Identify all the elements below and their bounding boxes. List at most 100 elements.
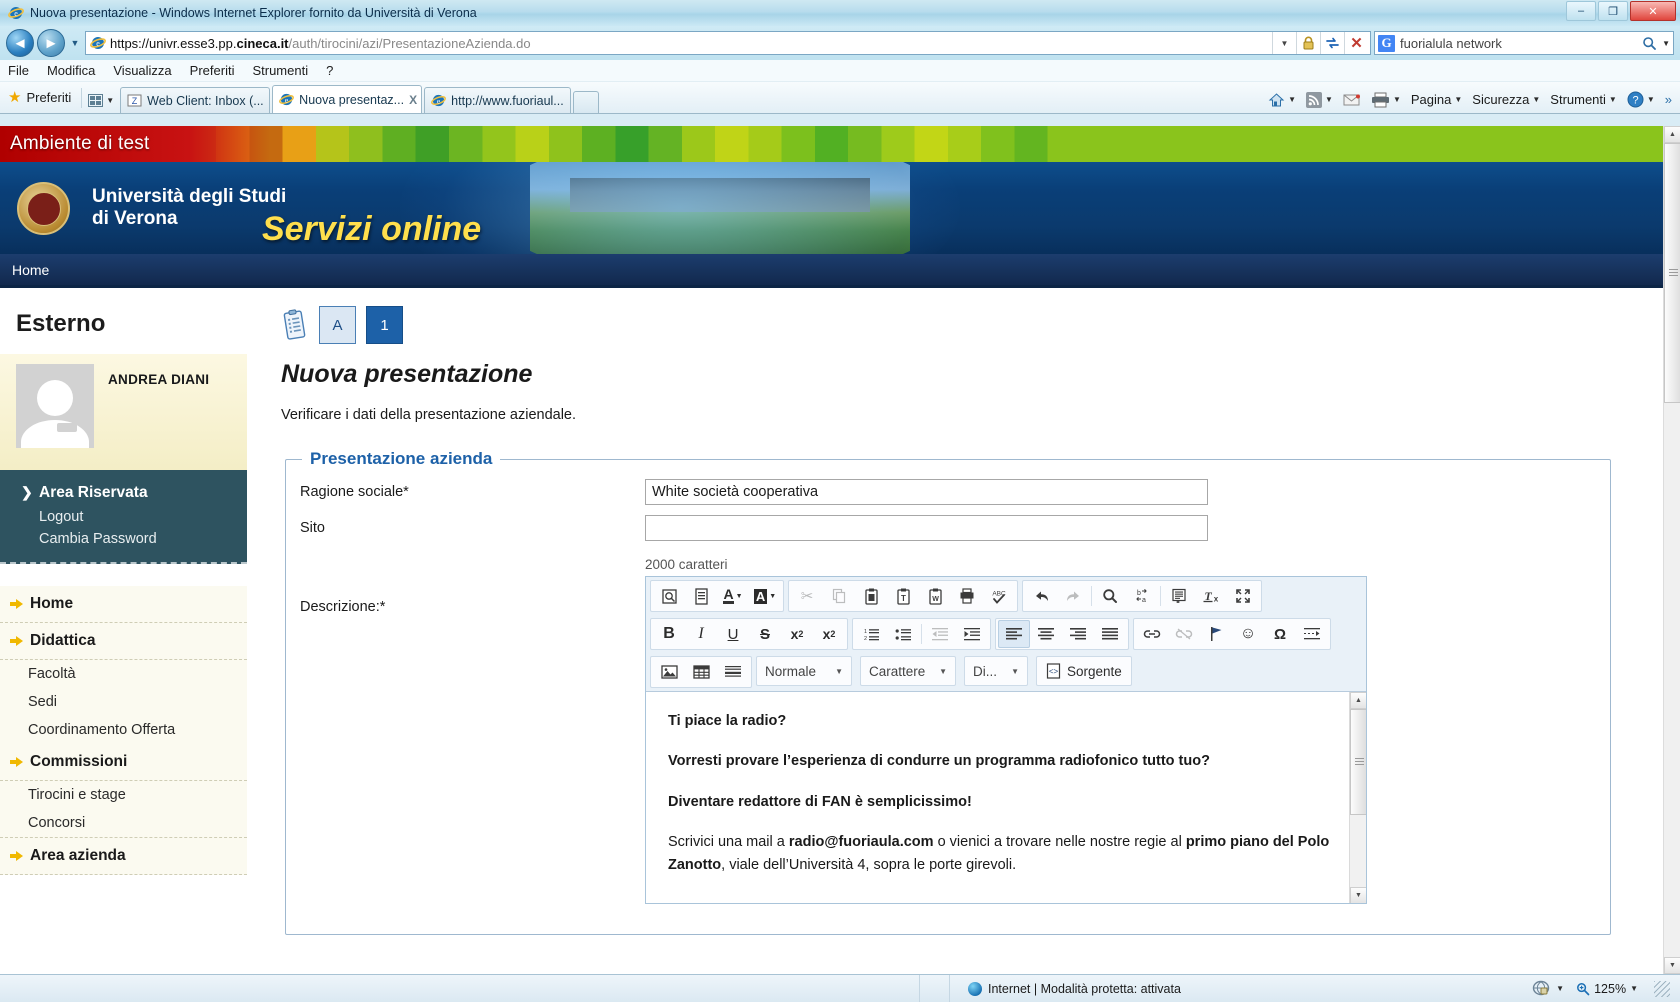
menu-item-file[interactable]: File bbox=[8, 63, 29, 78]
underline-icon[interactable]: U bbox=[717, 620, 749, 648]
history-dropdown-icon[interactable]: ▼ bbox=[68, 38, 82, 48]
search-icon[interactable] bbox=[1642, 36, 1657, 51]
search-caret-icon[interactable]: ▼ bbox=[1662, 39, 1670, 48]
editor-scrollbar[interactable]: ▲ ▼ bbox=[1349, 692, 1366, 903]
sidebar-item-concorsi[interactable]: Concorsi bbox=[0, 809, 247, 838]
tab-nuova-presentazione[interactable]: e Nuova presentaz... X bbox=[272, 85, 423, 113]
chevron-down-icon[interactable]: ▼ bbox=[1630, 984, 1638, 993]
redo-icon[interactable] bbox=[1057, 582, 1089, 610]
sidebar-item-area-azienda[interactable]: Area azienda bbox=[0, 838, 247, 875]
superscript-icon[interactable]: x2 bbox=[813, 620, 845, 648]
home-button[interactable]: ▼ bbox=[1264, 90, 1300, 110]
tab-web-client-inbox[interactable]: Z Web Client: Inbox (... bbox=[120, 87, 271, 113]
sidebar-item-coordinamento-offerta[interactable]: Coordinamento Offerta bbox=[0, 716, 247, 744]
sidebar-item-home[interactable]: Home bbox=[0, 586, 247, 623]
decrease-indent-icon[interactable] bbox=[924, 620, 956, 648]
align-right-icon[interactable] bbox=[1062, 620, 1094, 648]
command-bar-overflow[interactable]: » bbox=[1661, 90, 1676, 109]
sidebar-item-cambia-password[interactable]: Cambia Password bbox=[0, 528, 247, 550]
print-icon[interactable] bbox=[951, 582, 983, 610]
scroll-up-button[interactable]: ▲ bbox=[1350, 692, 1366, 709]
menu-item-preferiti[interactable]: Preferiti bbox=[190, 63, 235, 78]
chevron-down-icon[interactable]: ▼ bbox=[1647, 95, 1655, 104]
command-sicurezza[interactable]: Sicurezza ▼ bbox=[1468, 90, 1544, 109]
scroll-thumb[interactable] bbox=[1350, 709, 1366, 815]
menu-item-strumenti[interactable]: Strumenti bbox=[252, 63, 308, 78]
source-button[interactable]: <> Sorgente bbox=[1036, 656, 1132, 686]
font-size-select[interactable]: Di... ▼ bbox=[964, 656, 1028, 686]
chevron-down-icon[interactable]: ▼ bbox=[1609, 95, 1617, 104]
increase-indent-icon[interactable] bbox=[956, 620, 988, 648]
replace-icon[interactable]: ba bbox=[1126, 582, 1158, 610]
new-tab-button[interactable] bbox=[572, 91, 599, 113]
favorites-button[interactable]: ★ Preferiti bbox=[8, 88, 81, 113]
link-icon[interactable] bbox=[1136, 620, 1168, 648]
anchor-icon[interactable] bbox=[1200, 620, 1232, 648]
search-input[interactable]: fuorialula network bbox=[1400, 36, 1637, 51]
page-scrollbar[interactable]: ▲ ▼ bbox=[1663, 126, 1680, 974]
unlink-icon[interactable] bbox=[1168, 620, 1200, 648]
find-icon[interactable] bbox=[1094, 582, 1126, 610]
scroll-thumb[interactable] bbox=[1664, 143, 1680, 403]
command-strumenti[interactable]: Strumenti ▼ bbox=[1546, 90, 1621, 109]
chevron-down-icon[interactable]: ▼ bbox=[1532, 95, 1540, 104]
text-color-icon[interactable]: A ▼ bbox=[717, 582, 749, 610]
page-break-icon[interactable] bbox=[1296, 620, 1328, 648]
zoom-control[interactable]: 125% ▼ bbox=[1568, 982, 1646, 996]
preview-icon[interactable] bbox=[653, 582, 685, 610]
scroll-down-button[interactable]: ▼ bbox=[1350, 887, 1366, 903]
menu-item-help[interactable]: ? bbox=[326, 63, 333, 78]
menu-item-visualizza[interactable]: Visualizza bbox=[113, 63, 171, 78]
ragione-sociale-input[interactable]: White società cooperativa bbox=[645, 479, 1208, 505]
scroll-up-button[interactable]: ▲ bbox=[1664, 126, 1680, 143]
tab-fuoriaula[interactable]: e http://www.fuoriaul... bbox=[424, 87, 571, 113]
table-icon[interactable] bbox=[685, 658, 717, 686]
feeds-button[interactable]: ▼ bbox=[1302, 90, 1337, 110]
numbered-list-icon[interactable]: 12 bbox=[855, 620, 887, 648]
sito-input[interactable] bbox=[645, 515, 1208, 541]
sidebar-item-area-riservata[interactable]: ❯ Area Riservata bbox=[0, 478, 247, 506]
help-button[interactable]: ? ▼ bbox=[1623, 89, 1659, 110]
url-dropdown-icon[interactable]: ▼ bbox=[1272, 32, 1296, 54]
command-pagina[interactable]: Pagina ▼ bbox=[1407, 90, 1466, 109]
image-icon[interactable] bbox=[653, 658, 685, 686]
maximize-icon[interactable] bbox=[1227, 582, 1259, 610]
resize-grip[interactable] bbox=[1654, 980, 1670, 997]
font-family-select[interactable]: Carattere ▼ bbox=[860, 656, 956, 686]
mail-button[interactable] bbox=[1339, 91, 1365, 109]
print-button[interactable]: ▼ bbox=[1367, 90, 1405, 110]
copy-icon[interactable] bbox=[823, 582, 855, 610]
editor-text[interactable]: Ti piace la radio? Vorresti provare l’es… bbox=[646, 692, 1366, 876]
sidebar-item-sedi[interactable]: Sedi bbox=[0, 688, 247, 716]
sidebar-item-tirocini-e-stage[interactable]: Tirocini e stage bbox=[0, 781, 247, 809]
search-box[interactable]: G fuorialula network ▼ bbox=[1374, 31, 1674, 55]
horizontal-rule-icon[interactable] bbox=[717, 658, 749, 686]
bulleted-list-icon[interactable] bbox=[887, 620, 919, 648]
smiley-icon[interactable]: ☺ bbox=[1232, 620, 1264, 648]
paste-as-text-icon[interactable]: T bbox=[887, 582, 919, 610]
menu-item-modifica[interactable]: Modifica bbox=[47, 63, 95, 78]
templates-icon[interactable] bbox=[685, 582, 717, 610]
bold-icon[interactable]: B bbox=[653, 620, 685, 648]
security-zone[interactable]: Internet | Modalità protetta: attivata bbox=[950, 981, 1532, 996]
align-justify-icon[interactable] bbox=[1094, 620, 1126, 648]
align-center-icon[interactable] bbox=[1030, 620, 1062, 648]
editor-content-area[interactable]: Ti piace la radio? Vorresti provare l’es… bbox=[646, 691, 1366, 903]
chevron-down-icon[interactable]: ▼ bbox=[1556, 984, 1564, 993]
chevron-down-icon[interactable]: ▼ bbox=[106, 96, 114, 105]
background-color-icon[interactable]: A ▼ bbox=[749, 582, 781, 610]
chevron-down-icon[interactable]: ▼ bbox=[1454, 95, 1462, 104]
privacy-report-icon[interactable] bbox=[1532, 980, 1552, 997]
sidebar-item-facolta[interactable]: Facoltà bbox=[0, 660, 247, 688]
remove-format-icon[interactable]: Tx bbox=[1195, 582, 1227, 610]
undo-icon[interactable] bbox=[1025, 582, 1057, 610]
special-char-icon[interactable]: Ω bbox=[1264, 620, 1296, 648]
paste-from-word-icon[interactable]: W bbox=[919, 582, 951, 610]
nav-item-home[interactable]: Home bbox=[12, 262, 49, 278]
chevron-down-icon[interactable]: ▼ bbox=[1325, 95, 1333, 104]
paragraph-format-select[interactable]: Normale ▼ bbox=[756, 656, 852, 686]
step-a[interactable]: A bbox=[319, 306, 356, 344]
back-button[interactable]: ◄ bbox=[6, 29, 34, 57]
align-left-icon[interactable] bbox=[998, 620, 1030, 648]
chevron-down-icon[interactable]: ▼ bbox=[1288, 95, 1296, 104]
